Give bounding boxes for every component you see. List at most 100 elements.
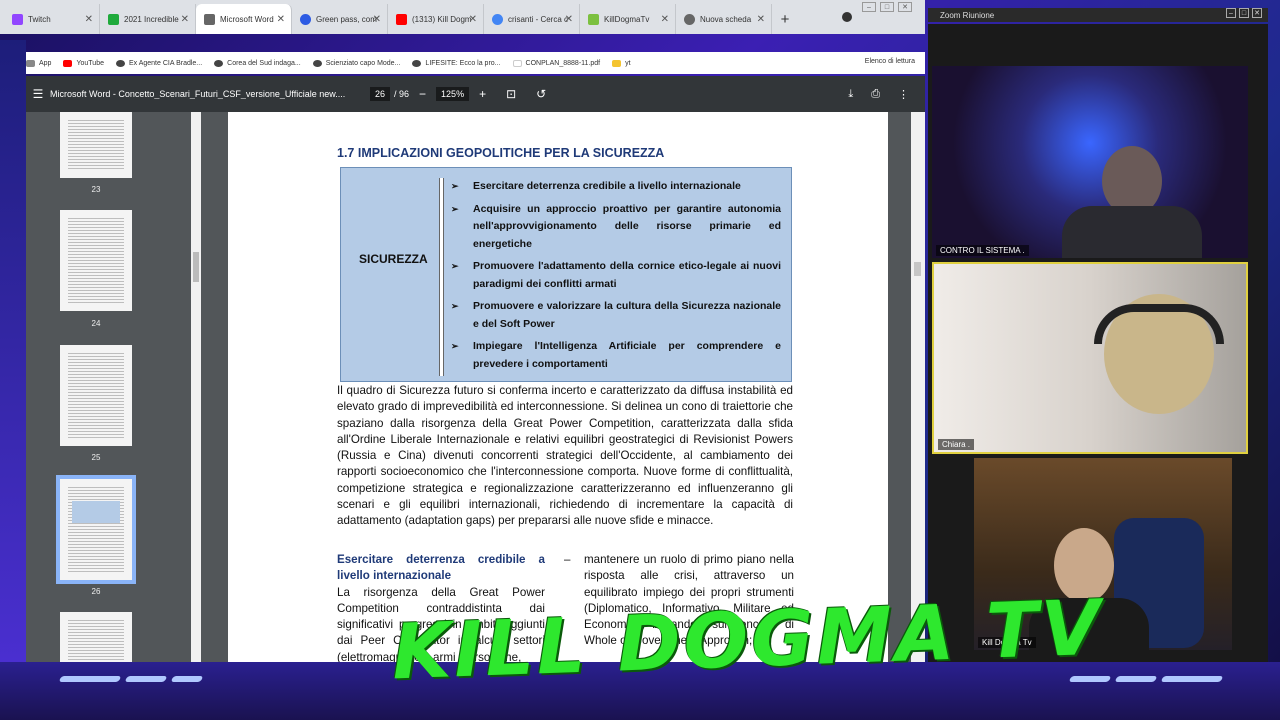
overlay-stripe (1068, 676, 1112, 682)
reading-list-label: Elenco di lettura (864, 58, 915, 65)
pdf-page: 1.7 IMPLICAZIONI GEOPOLITICHE PER LA SIC… (228, 112, 888, 662)
browser-tab[interactable]: Nuova scheda ✕ (676, 4, 772, 34)
browser-tab[interactable]: (1313) Kill Dogm ✕ (388, 4, 484, 34)
bookmark-item[interactable]: Ex Agente CIA Bradle... (115, 59, 202, 67)
participant-video[interactable]: Chiara . (932, 262, 1248, 454)
print-icon[interactable]: ⎙ (871, 88, 880, 101)
overlay-stripe (58, 676, 122, 682)
download-icon[interactable]: ⤓ (848, 88, 853, 101)
apps-icon (26, 59, 35, 67)
maximize-icon[interactable]: □ (1239, 8, 1249, 18)
bookmark-item[interactable]: Scienziato capo Mode... (312, 59, 400, 67)
tab-close-icon[interactable]: ✕ (373, 14, 381, 25)
minimize-icon[interactable]: – (862, 2, 876, 12)
page-thumbnail-selected[interactable] (56, 475, 136, 584)
page-thumbnail[interactable] (60, 210, 132, 311)
fit-page-icon[interactable]: ⊡ (506, 87, 516, 101)
scrollbar-thumb[interactable] (193, 252, 199, 282)
file-icon (512, 59, 522, 67)
participant-name: Chiara . (938, 439, 975, 450)
bookmark-item[interactable]: YouTube (63, 59, 104, 67)
tab-favicon-icon (684, 13, 695, 25)
close-icon[interactable]: ✕ (1252, 8, 1262, 18)
menu-icon[interactable]: ☰ (26, 87, 50, 101)
page-thumbnail[interactable] (60, 112, 132, 178)
browser-tab[interactable]: crisanti - Cerca c ✕ (484, 4, 580, 34)
thumbnail-number: 26 (91, 587, 101, 596)
overlay-stripe (1160, 676, 1224, 682)
list-dash: – (564, 553, 571, 566)
tab-close-icon[interactable]: ✕ (85, 14, 93, 25)
page-number-input[interactable]: 26 (370, 87, 391, 101)
tab-close-icon[interactable]: ✕ (469, 14, 477, 25)
overlay-stripe (124, 676, 168, 682)
thumbnail-number: 25 (91, 453, 101, 462)
scrollbar-thumb[interactable] (914, 262, 921, 276)
browser-tab[interactable]: Green pass, com ✕ (292, 4, 388, 34)
globe-icon (412, 59, 422, 67)
zoom-out-button[interactable]: − (419, 87, 426, 101)
youtube-icon (63, 59, 73, 67)
list-item: Impiegare l'Intelligenza Artificiale per… (451, 338, 781, 373)
more-options-icon[interactable]: ⋮ (898, 88, 909, 101)
browser-tab[interactable]: Twitch ✕ (4, 4, 100, 34)
bookmark-item[interactable]: CONPLAN_8888-11.pdf (512, 59, 600, 67)
tab-favicon-icon (492, 13, 503, 25)
folder-icon (612, 59, 622, 67)
box-label: SICUREZZA (359, 252, 428, 266)
tab-close-icon[interactable]: ✕ (565, 14, 573, 25)
participant-video[interactable]: CONTRO IL SISTEMA . (932, 66, 1248, 258)
thumbnail-number: 24 (91, 319, 101, 328)
maximize-icon[interactable]: □ (880, 2, 894, 12)
bookmark-item[interactable]: Corea del Sud indaga... (214, 59, 301, 67)
list-item: Esercitare deterrenza credibile a livell… (451, 178, 781, 196)
page-total: / 96 (394, 89, 410, 99)
list-item: Acquisire un approccio proattivo per gar… (451, 201, 781, 254)
tab-close-icon[interactable]: ✕ (277, 14, 285, 25)
tab-close-icon[interactable]: ✕ (661, 14, 669, 25)
bookmark-item[interactable]: LIFESITE: Ecco la pro... (412, 59, 501, 67)
tab-close-icon[interactable]: ✕ (757, 14, 765, 25)
thumbnail-lines (68, 218, 124, 303)
participant-name: CONTRO IL SISTEMA . (936, 245, 1029, 256)
bookmark-item[interactable]: App (26, 59, 51, 67)
thumbnail-lines (68, 487, 124, 572)
browser-tab-active[interactable]: Microsoft Word ✕ (196, 4, 292, 34)
globe-icon (312, 59, 322, 67)
rotate-icon[interactable]: ↺ (536, 87, 546, 101)
list-item: Promuovere l'adattamento della cornice e… (451, 258, 781, 293)
pdf-title: Microsoft Word - Concetto_Scenari_Futuri… (50, 89, 346, 99)
globe-icon (115, 59, 125, 67)
tab-favicon-icon (204, 13, 215, 25)
zoom-level-input[interactable]: 125% (436, 87, 470, 101)
zoom-in-button[interactable]: + (479, 87, 486, 101)
close-icon[interactable]: ✕ (898, 2, 912, 12)
thumbnail-lines (68, 353, 124, 438)
thumbnail-scrollbar[interactable] (191, 112, 201, 662)
overlay-stripe (170, 676, 204, 682)
reading-list-button[interactable]: Elenco di lettura (865, 58, 915, 65)
section-heading: 1.7 IMPLICAZIONI GEOPOLITICHE PER LA SIC… (337, 146, 665, 160)
tab-search-icon[interactable] (842, 12, 852, 22)
browser-tab[interactable]: 2021 Incredible ✕ (100, 4, 196, 34)
document-viewport: 1.7 IMPLICAZIONI GEOPOLITICHE PER LA SIC… (201, 112, 911, 662)
tab-favicon-icon (396, 13, 407, 25)
body-paragraph: Il quadro di Sicurezza futuro si conferm… (337, 384, 793, 528)
tab-favicon-icon (12, 13, 23, 25)
browser-window-controls: – □ ✕ (862, 2, 912, 12)
thumbnail-number: 23 (91, 185, 101, 194)
minimize-icon[interactable]: – (1226, 8, 1236, 18)
bookmark-item[interactable]: yt (612, 59, 631, 67)
new-tab-button[interactable]: + (772, 4, 798, 34)
column-subheading: Esercitare deterrenza credibile a livell… (337, 553, 545, 583)
tab-favicon-icon (588, 13, 599, 25)
page-thumbnail[interactable] (60, 345, 132, 446)
tab-close-icon[interactable]: ✕ (181, 14, 189, 25)
overlay-left-edge (0, 40, 26, 662)
objectives-list: Esercitare deterrenza credibile a livell… (451, 178, 781, 378)
page-thumbnail[interactable] (60, 612, 132, 662)
browser-tab-bar: Twitch ✕ 2021 Incredible ✕ Microsoft Word ✕… (0, 0, 925, 34)
document-scrollbar[interactable] (911, 112, 925, 662)
browser-tab[interactable]: KillDogmaTv ✕ (580, 4, 676, 34)
thumbnail-lines (68, 120, 124, 170)
